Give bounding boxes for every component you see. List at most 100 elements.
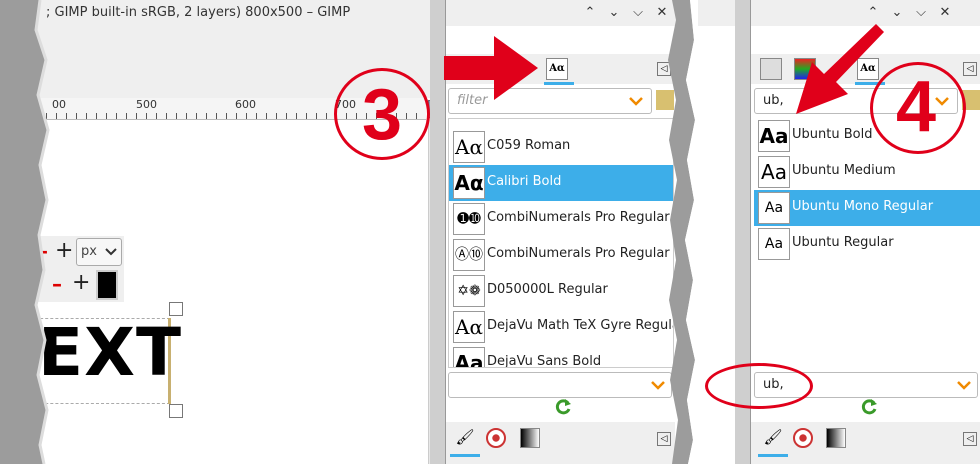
chevron-down-icon[interactable]: ⌵ [912,4,930,22]
ruler-tick [166,113,167,119]
ruler-label: 600 [235,98,256,111]
ruler-tick [56,113,57,119]
image-window-titlebar: ; GIMP built-in sRGB, 2 layers) 800x500 … [0,0,445,26]
lower-dock-tabs [750,422,980,464]
ruler-tick [206,113,207,119]
refresh-icon[interactable] [554,398,572,416]
font-name: Calibri Bold [487,174,562,189]
unit-select[interactable]: px [76,238,122,266]
ruler-tick [176,113,177,119]
gradient-icon[interactable] [826,428,846,448]
font-list-item[interactable]: Aa Ubuntu Mono Regular [754,190,980,226]
font-list-item[interactable]: Aα C059 Roman [449,129,673,165]
font-list-item[interactable]: ✡❁ D050000L Regular [449,273,673,309]
font-preview: ➊➓ [453,203,485,235]
brush-icon[interactable]: 🖌 [454,428,476,450]
layers-tab-icon[interactable] [760,58,782,80]
font-name: D050000L Regular [487,282,608,297]
active-tab-indicator [450,454,480,457]
font-preview: Aa [758,192,790,224]
minimize-icon[interactable]: ⌄ [605,4,623,22]
font-name: Ubuntu Bold [792,127,873,142]
ruler-tick [126,113,127,119]
ruler-tick [216,113,217,119]
ruler-tick [266,113,267,119]
font-name: CombiNumerals Pro Regular [487,246,670,261]
step-4-number: 4 [896,67,937,147]
font-preview: ✡❁ [453,275,485,307]
pattern-icon[interactable] [486,428,506,448]
ruler-tick [196,113,197,119]
font-list: Aa Ubuntu Bold Aa Ubuntu Medium Aa Ubuntu Mon… [754,118,980,368]
font-list-item[interactable]: Ⓐ⑩ CombiNumerals Pro Regular [449,237,673,273]
font-preview [453,118,485,119]
font-preview: Aα [453,167,485,199]
ruler-tick [186,113,187,119]
chevron-down-icon [957,381,971,390]
chevron-down-icon [105,248,117,256]
minimize-icon[interactable]: ⌄ [888,4,906,22]
font-list-item[interactable]: ➊➓ CombiNumerals Pro Regular [449,201,673,237]
torn-edge [0,0,50,464]
ruler-tick [276,113,277,119]
ruler-tick [66,113,67,119]
screenshot-root: ; GIMP built-in sRGB, 2 layers) 800x500 … [0,0,980,464]
font-list-item[interactable]: Aa DejaVu Sans Bold [449,345,673,368]
font-list: Aα C059 Roman Aα Calibri Bold ➊➓ CombiNumeral… [448,118,674,368]
font-preview: Aa [453,347,485,367]
font-list-item[interactable]: Aa Ubuntu Regular [754,226,980,262]
ruler-tick [86,113,87,119]
ruler-tick [106,113,107,119]
list-item [449,118,673,121]
pattern-icon[interactable] [793,428,813,448]
ruler-tick [286,113,287,119]
active-tab-indicator [758,454,788,457]
step-4-arrow [796,24,884,114]
close-icon[interactable]: ✕ [936,4,954,22]
tag-input-highlight-circle [705,363,813,409]
canvas-text: EXT [38,314,182,391]
font-name: Ubuntu Regular [792,235,894,250]
font-list-item[interactable]: Aa Ubuntu Medium [754,154,980,190]
lower-dock-tabs [445,422,675,464]
keep-above-icon[interactable]: ⌃ [581,4,599,22]
gradient-icon[interactable] [520,428,540,448]
ruler-tick [156,113,157,119]
ruler-label: 500 [136,98,157,111]
text-color-swatch[interactable] [96,270,118,300]
font-preview: Aα [453,131,485,163]
chevron-down-icon[interactable]: ⌵ [629,4,647,22]
ruler-tick [306,113,307,119]
ruler-tick [96,113,97,119]
ruler-tick [326,113,327,119]
ruler-tick [316,113,317,119]
font-name: DejaVu Math TeX Gyre Regular [487,318,674,333]
step-3-number: 3 [362,75,403,155]
refresh-icon[interactable] [860,398,878,416]
fonts-tab-icon[interactable]: Aα [546,58,568,80]
brush-icon[interactable]: 🖌 [762,428,784,450]
plus-icon[interactable]: + [72,270,90,295]
font-name: Ubuntu Mono Regular [792,199,934,214]
configure-tab-icon[interactable]: ◁ [963,432,977,446]
chevron-down-icon [651,381,665,390]
tag-input[interactable] [448,372,672,398]
font-preview: Aa [758,120,790,152]
configure-tab-icon[interactable]: ◁ [963,62,977,76]
ruler-tick [76,113,77,119]
ruler-tick [246,113,247,119]
ruler-tick [136,113,137,119]
font-name: DejaVu Sans Bold [487,354,602,368]
font-list-item[interactable]: Aα Calibri Bold [449,165,673,201]
window-title: ; GIMP built-in sRGB, 2 layers) 800x500 … [46,5,351,20]
filter-value: ub, [763,93,784,108]
resize-handle[interactable] [169,404,183,418]
font-name: CombiNumerals Pro Regular [487,210,670,225]
step-3-arrow [444,36,538,100]
plus-icon[interactable]: + [55,238,73,263]
font-list-item[interactable]: Aα DejaVu Math TeX Gyre Regular [449,309,673,345]
torn-edge [668,0,698,464]
font-name: C059 Roman [487,138,571,153]
font-name: Ubuntu Medium [792,163,896,178]
font-preview: Aa [758,228,790,260]
